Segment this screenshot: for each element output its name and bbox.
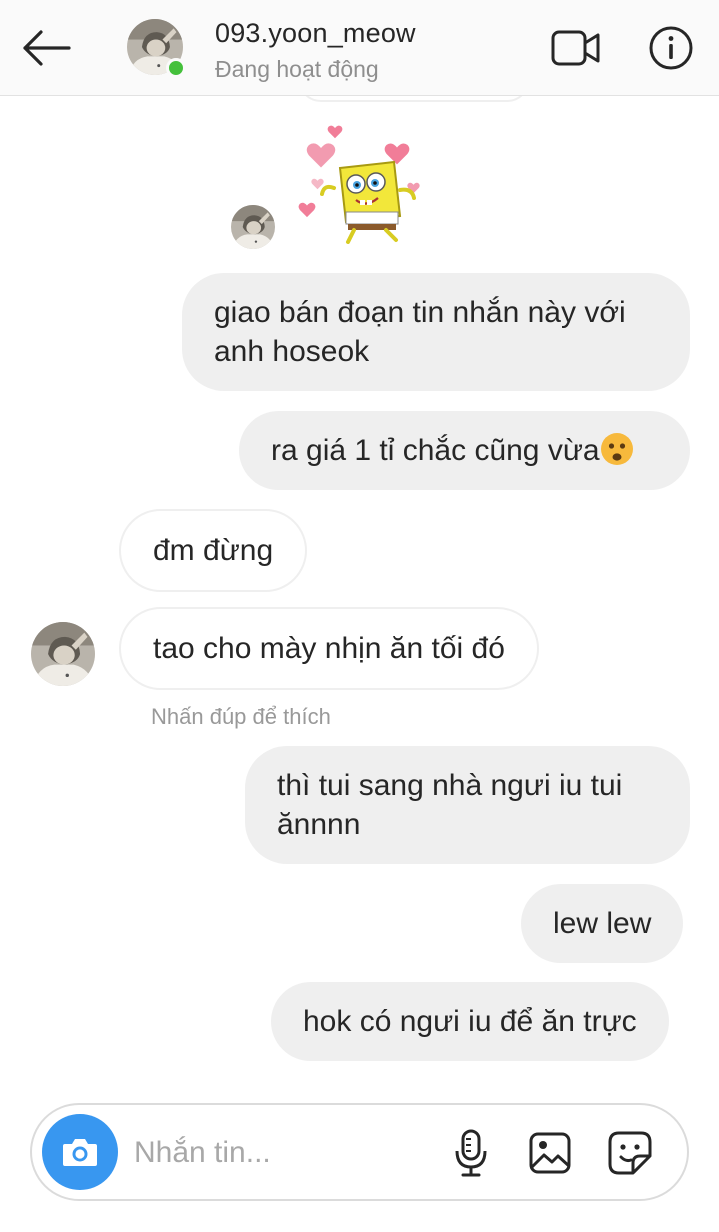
message-thread[interactable]: giao bán đoạn tin nhắn này với anh hoseo… xyxy=(0,96,719,1096)
incoming-message[interactable]: tao cho mày nhịn ăn tối đó xyxy=(119,607,539,690)
microphone-icon xyxy=(455,1129,487,1177)
message-input[interactable] xyxy=(132,1127,426,1179)
video-call-button[interactable] xyxy=(548,22,604,74)
outgoing-message[interactable]: hok có ngưi iu để ăn trực xyxy=(271,982,669,1061)
info-icon xyxy=(649,26,693,70)
double-tap-like-hint: Nhấn đúp để thích xyxy=(151,704,331,729)
info-button[interactable] xyxy=(645,22,697,74)
incoming-message[interactable]: đm đừng xyxy=(119,509,308,592)
video-camera-icon xyxy=(551,30,600,66)
image-gallery-icon xyxy=(529,1132,571,1174)
contact-username[interactable]: 093.yoon_meow xyxy=(215,18,416,49)
spongebob-hearts-sticker[interactable] xyxy=(294,124,424,244)
message-text: giao bán đoạn tin nhắn này với anh hoseo… xyxy=(214,296,626,368)
outgoing-message[interactable]: giao bán đoạn tin nhắn này với anh hoseo… xyxy=(182,273,690,391)
sticker-icon xyxy=(608,1131,652,1175)
frowning-face-emoji xyxy=(600,433,633,465)
message-text: lew lew xyxy=(553,907,652,940)
message-text: hok có ngưi iu để ăn trực xyxy=(303,1005,637,1038)
message-text: tao cho mày nhịn ăn tối đó xyxy=(153,632,505,665)
outgoing-message[interactable]: thì tui sang nhà ngưi iu tui ănnnn xyxy=(245,746,690,864)
voice-message-button[interactable] xyxy=(445,1127,497,1179)
gallery-button[interactable] xyxy=(524,1127,576,1179)
online-status-dot xyxy=(166,58,186,78)
message-text: ra giá 1 tỉ chắc cũng vừa xyxy=(271,434,600,467)
sender-avatar[interactable] xyxy=(231,205,275,249)
sticker-button[interactable] xyxy=(604,1127,656,1179)
outgoing-message[interactable]: lew lew xyxy=(521,884,684,963)
contact-avatar[interactable] xyxy=(127,19,186,78)
previous-message-bubble xyxy=(298,96,530,102)
camera-button[interactable] xyxy=(42,1114,118,1190)
message-text: đm đừng xyxy=(153,534,274,567)
chat-header: 093.yoon_meow Đang hoạt động xyxy=(0,0,719,96)
message-text: thì tui sang nhà ngưi iu tui ănnnn xyxy=(277,769,623,841)
camera-icon xyxy=(63,1139,97,1166)
active-status: Đang hoạt động xyxy=(215,56,379,82)
sender-avatar[interactable] xyxy=(31,622,95,686)
back-button[interactable] xyxy=(18,24,74,72)
message-composer xyxy=(30,1103,689,1201)
arrow-left-icon xyxy=(23,30,71,66)
outgoing-message[interactable]: ra giá 1 tỉ chắc cũng vừa xyxy=(239,411,690,490)
